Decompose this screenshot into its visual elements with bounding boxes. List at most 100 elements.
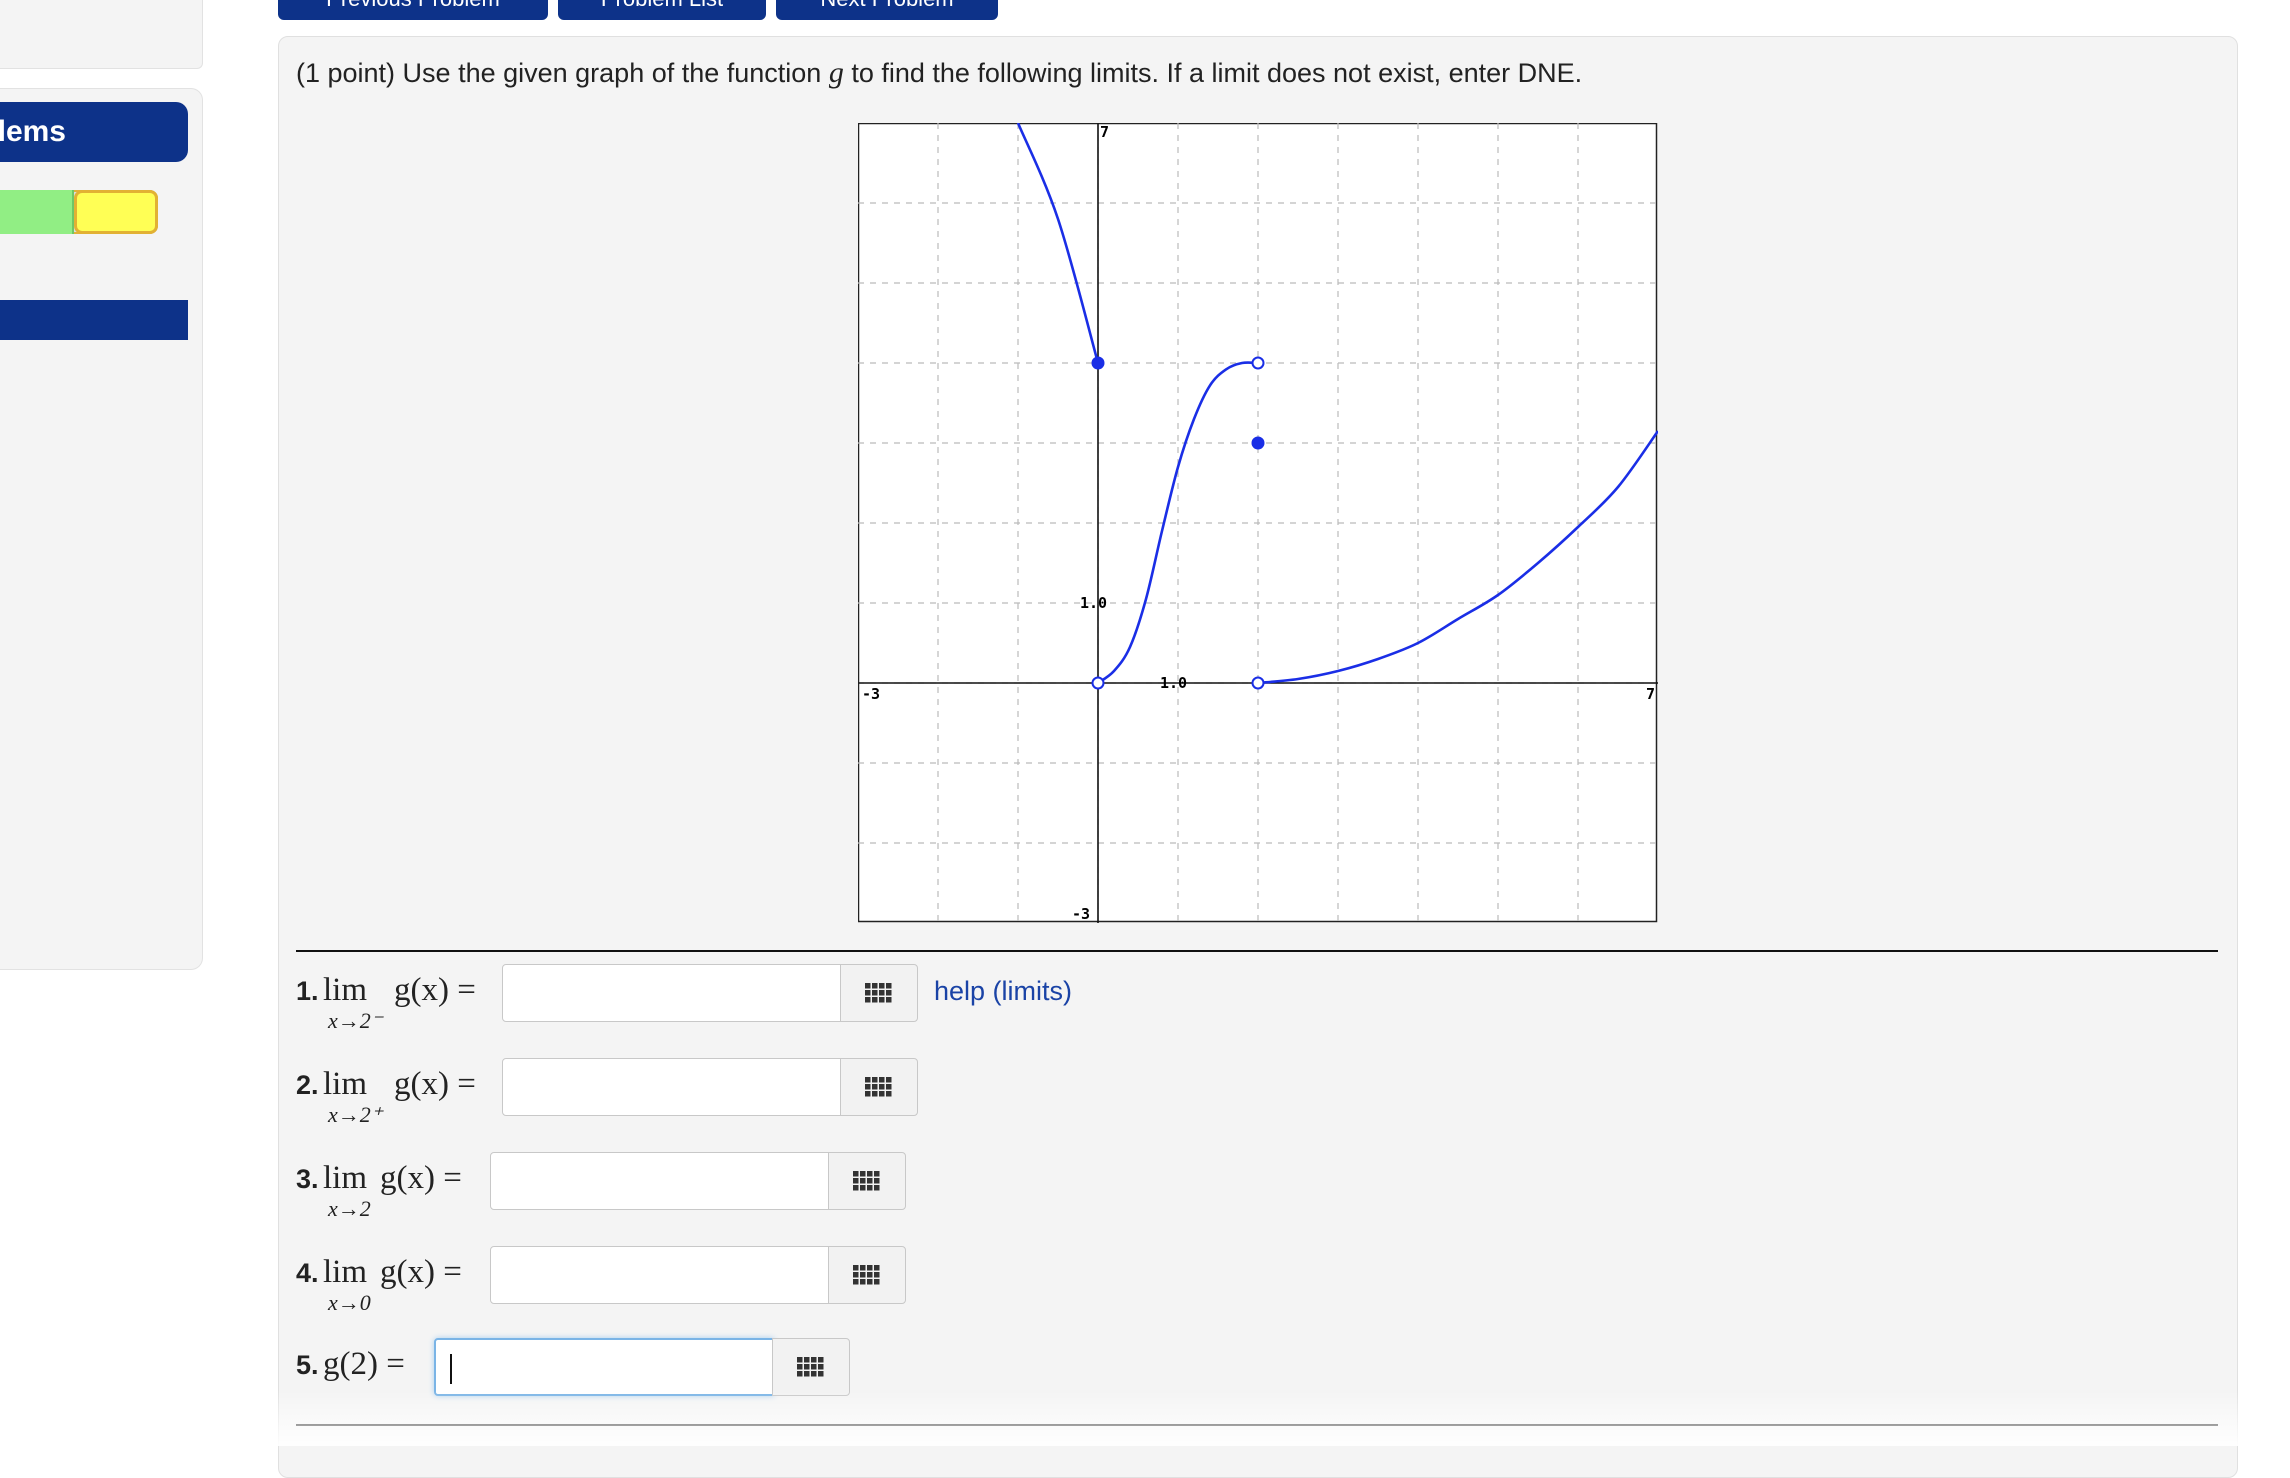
progress-partial xyxy=(74,190,158,234)
math-keyboard-button-5[interactable] xyxy=(772,1338,850,1396)
divider-top xyxy=(296,950,2218,952)
limit-expression: g(x) = xyxy=(394,1066,476,1102)
previous-problem-button[interactable]: Previous Problem xyxy=(278,0,548,20)
keypad-key xyxy=(879,1091,885,1097)
keypad-key xyxy=(860,1185,866,1191)
keypad-key xyxy=(865,990,871,996)
next-problem-label: Next Problem xyxy=(820,0,953,11)
y-min-label: -3 xyxy=(1072,905,1090,923)
closed-endpoint xyxy=(1091,356,1105,370)
keypad-key xyxy=(804,1357,810,1363)
lim-operator: lim xyxy=(322,972,367,1008)
keypad-key xyxy=(804,1364,810,1370)
keypad-key xyxy=(872,1091,878,1097)
answer-row-3: 3. lim xyxy=(296,1160,367,1197)
previous-problem-label: Previous Problem xyxy=(326,0,500,11)
keypad-key xyxy=(886,1077,892,1083)
keypad-icon xyxy=(865,983,892,1003)
math-keyboard-button-1[interactable] xyxy=(840,964,918,1022)
answer-input-4[interactable] xyxy=(490,1246,830,1304)
keypad-key xyxy=(879,990,885,996)
help-limits-link[interactable]: help (limits) xyxy=(934,976,1072,1007)
keypad-key xyxy=(886,1091,892,1097)
math-keyboard-button-3[interactable] xyxy=(828,1152,906,1210)
keypad-key xyxy=(853,1265,859,1271)
problem-list-label: Problem List xyxy=(601,0,723,11)
function-graph: 7 -3 -3 7 1.0 1.0 xyxy=(858,123,1658,923)
answer-input-2[interactable] xyxy=(502,1058,842,1116)
keypad-key xyxy=(811,1364,817,1370)
problems-button[interactable]: Problems xyxy=(0,102,188,162)
keypad-key xyxy=(879,997,885,1003)
keypad-key xyxy=(853,1272,859,1278)
math-keyboard-button-4[interactable] xyxy=(828,1246,906,1304)
keypad-key xyxy=(874,1265,880,1271)
keypad-key xyxy=(886,1084,892,1090)
next-problem-button[interactable]: Next Problem xyxy=(776,0,998,20)
limit-subscript: x→2⁻ xyxy=(328,1008,383,1033)
limit-expression: g(x) = xyxy=(380,1254,462,1290)
keypad-key xyxy=(804,1371,810,1377)
question-number: 2. xyxy=(296,1070,319,1100)
answer-input-5[interactable] xyxy=(434,1338,774,1396)
keypad-key xyxy=(874,1185,880,1191)
limit-subscript: x→2⁺ xyxy=(328,1102,383,1127)
sidebar-nav-item[interactable] xyxy=(0,300,188,340)
lim-operator: lim xyxy=(322,1160,367,1196)
keypad-key xyxy=(867,1272,873,1278)
keypad-key xyxy=(879,983,885,989)
keypad-key xyxy=(879,1077,885,1083)
keypad-key xyxy=(797,1357,803,1363)
keypad-key xyxy=(867,1178,873,1184)
question-number: 4. xyxy=(296,1258,319,1288)
answer-row-1: 1. lim xyxy=(296,972,367,1009)
keypad-key xyxy=(818,1364,824,1370)
problem-list-button[interactable]: Problem List xyxy=(558,0,766,20)
open-endpoint xyxy=(1251,356,1265,370)
keypad-key xyxy=(818,1371,824,1377)
text-cursor xyxy=(450,1354,452,1384)
open-endpoint xyxy=(1091,676,1105,690)
keypad-key xyxy=(867,1265,873,1271)
bottom-fade xyxy=(0,1390,2290,1446)
problem-statement: (1 point) Use the given graph of the fun… xyxy=(296,56,1582,90)
keypad-key xyxy=(867,1171,873,1177)
question-number: 3. xyxy=(296,1164,319,1194)
math-keyboard-button-2[interactable] xyxy=(840,1058,918,1116)
keypad-key xyxy=(853,1178,859,1184)
keypad-key xyxy=(872,983,878,989)
keypad-key xyxy=(797,1364,803,1370)
keypad-key xyxy=(853,1171,859,1177)
lim-operator: lim xyxy=(322,1254,367,1290)
isolated-point xyxy=(1251,436,1265,450)
limit-expression: g(x) = xyxy=(380,1160,462,1196)
keypad-key xyxy=(872,1077,878,1083)
x-max-label: 7 xyxy=(1646,685,1655,703)
keypad-key xyxy=(797,1371,803,1377)
keypad-key xyxy=(872,990,878,996)
keypad-key xyxy=(853,1185,859,1191)
answer-input-3[interactable] xyxy=(490,1152,830,1210)
keypad-key xyxy=(811,1371,817,1377)
keypad-key xyxy=(860,1265,866,1271)
keypad-icon xyxy=(853,1265,880,1285)
keypad-key xyxy=(872,1084,878,1090)
keypad-key xyxy=(853,1279,859,1285)
x-unit-label: 1.0 xyxy=(1160,674,1187,692)
limit-subscript: x→2 xyxy=(328,1196,371,1221)
sidebar-top-panel xyxy=(0,0,203,69)
value-expression: g(2) = xyxy=(322,1346,405,1382)
statement-before: (1 point) Use the given graph of the fun… xyxy=(296,58,829,88)
keypad-key xyxy=(886,997,892,1003)
y-unit-label: 1.0 xyxy=(1080,594,1107,612)
answer-input-1[interactable] xyxy=(502,964,842,1022)
keypad-icon xyxy=(865,1077,892,1097)
keypad-key xyxy=(886,990,892,996)
keypad-key xyxy=(818,1357,824,1363)
x-min-label: -3 xyxy=(862,685,880,703)
keypad-key xyxy=(886,983,892,989)
keypad-icon xyxy=(853,1171,880,1191)
keypad-key xyxy=(860,1178,866,1184)
keypad-key xyxy=(867,1185,873,1191)
progress-bar xyxy=(0,190,158,234)
